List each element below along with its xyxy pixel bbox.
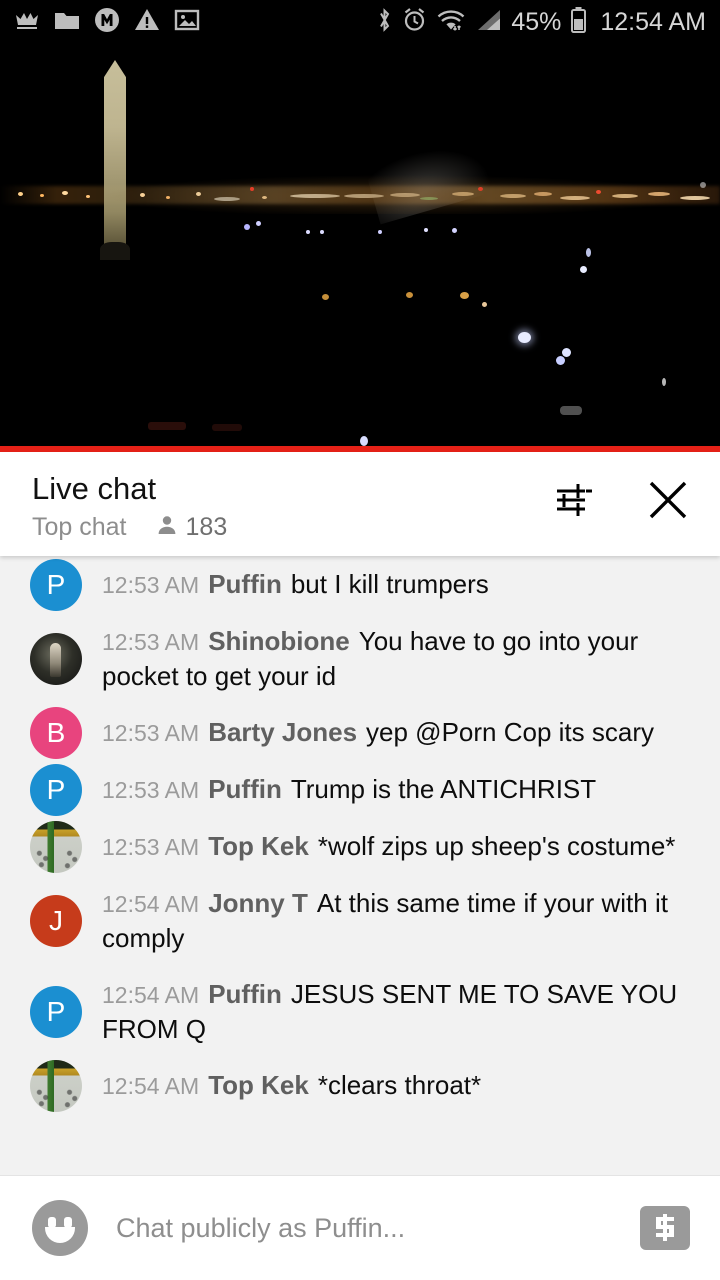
warning-triangle-icon <box>134 8 160 37</box>
tune-sliders-icon[interactable] <box>548 474 600 526</box>
dollar-superchat-icon[interactable] <box>640 1206 690 1250</box>
chat-message-timestamp: 12:53 AM <box>102 720 200 746</box>
chat-message-author[interactable]: Top Kek <box>208 1070 309 1100</box>
status-bar-right-icons: 45% 12:54 AM <box>376 6 706 38</box>
avatar[interactable]: P <box>30 558 82 611</box>
phone-screen: 45% 12:54 AM Live chat Top chat 183 P 12… <box>0 0 720 1280</box>
chat-message-body: yep @Porn Cop its scary <box>366 717 654 747</box>
chat-message-author[interactable]: Shinobione <box>208 626 350 656</box>
alarm-icon <box>402 7 427 37</box>
chat-message-body: Trump is the ANTICHRIST <box>290 774 597 804</box>
bluetooth-icon <box>376 7 393 38</box>
status-bar-clock: 12:54 AM <box>600 7 706 36</box>
chat-message-timestamp: 12:53 AM <box>102 834 200 860</box>
chat-message-text: 12:54 AM Top Kek *clears throat* <box>102 1068 704 1103</box>
chat-input-bar <box>0 1175 720 1280</box>
video-player[interactable] <box>0 44 720 452</box>
chat-message-author[interactable]: Barty Jones <box>208 717 357 747</box>
chat-message[interactable]: 12:53 AM Top Kek *wolf zips up sheep's cos… <box>0 818 720 875</box>
city-lights <box>0 44 720 452</box>
status-bar-left-icons <box>14 7 200 38</box>
viewer-count-group: 183 <box>155 513 228 542</box>
battery-percent-label: 45% <box>511 7 562 36</box>
chat-message-body: *clears throat* <box>317 1070 482 1100</box>
person-icon <box>155 513 179 542</box>
chat-message-list[interactable]: P 12:53 AM Puffin but I kill trumpers 12:53 … <box>0 556 720 1175</box>
chat-message-author[interactable]: Puffin <box>208 979 282 1009</box>
avatar[interactable]: P <box>30 985 82 1038</box>
avatar[interactable] <box>30 1059 82 1112</box>
avatar[interactable] <box>30 632 82 685</box>
status-bar: 45% 12:54 AM <box>0 0 720 44</box>
chat-message-timestamp: 12:53 AM <box>102 572 200 598</box>
chat-message[interactable]: 12:54 AM Top Kek *clears throat* <box>0 1057 720 1114</box>
chat-message-timestamp: 12:53 AM <box>102 777 200 803</box>
avatar[interactable]: B <box>30 706 82 759</box>
avatar[interactable]: P <box>30 763 82 816</box>
image-icon <box>174 8 200 37</box>
chat-header-actions <box>548 474 694 526</box>
chat-message-text: 12:53 AM Puffin Trump is the ANTICHRIST <box>102 772 704 807</box>
wifi-icon <box>436 8 466 37</box>
close-x-icon[interactable] <box>642 474 694 526</box>
crown-icon <box>14 9 40 36</box>
live-chat-header: Live chat Top chat 183 <box>0 452 720 556</box>
chat-message-text: 12:54 AM Puffin JESUS SENT ME TO SAVE YOU … <box>102 977 704 1046</box>
battery-icon <box>570 6 587 38</box>
chat-input[interactable] <box>116 1212 640 1244</box>
chat-mode-label[interactable]: Top chat <box>32 513 127 542</box>
chat-message-text: 12:53 AM Puffin but I kill trumpers <box>102 567 704 602</box>
avatar[interactable] <box>30 820 82 873</box>
cellular-signal-icon <box>475 8 502 37</box>
chat-message-timestamp: 12:54 AM <box>102 982 200 1008</box>
viewer-count: 183 <box>185 513 228 541</box>
chat-message-author[interactable]: Jonny T <box>208 888 308 918</box>
chat-message-timestamp: 12:54 AM <box>102 891 200 917</box>
chat-message[interactable]: P 12:53 AM Puffin but I kill trumpers <box>0 556 720 613</box>
chat-message-text: 12:53 AM Shinobione You have to go into yo… <box>102 624 704 693</box>
chat-message-author[interactable]: Puffin <box>208 569 282 599</box>
emoji-mouth <box>45 1227 75 1243</box>
chat-messages-container: P 12:53 AM Puffin but I kill trumpers 12:53 … <box>0 556 720 1114</box>
avatar[interactable]: J <box>30 894 82 947</box>
chat-message-text: 12:53 AM Top Kek *wolf zips up sheep's cos… <box>102 829 704 864</box>
chat-message[interactable]: B 12:53 AM Barty Jones yep @Porn Cop its sc… <box>0 704 720 761</box>
chat-message-timestamp: 12:53 AM <box>102 629 200 655</box>
chat-message-text: 12:53 AM Barty Jones yep @Porn Cop its sca… <box>102 715 704 750</box>
folder-icon <box>54 9 80 36</box>
sky-glow <box>0 174 720 214</box>
emoji-smiley-icon[interactable] <box>32 1200 88 1256</box>
chat-message-author[interactable]: Puffin <box>208 774 282 804</box>
chat-message[interactable]: P 12:54 AM Puffin JESUS SENT ME TO SAVE YOU… <box>0 966 720 1057</box>
chat-message[interactable]: J 12:54 AM Jonny T At this same time if you… <box>0 875 720 966</box>
chat-message-body: but I kill trumpers <box>290 569 489 599</box>
chat-message-author[interactable]: Top Kek <box>208 831 309 861</box>
m-circle-icon <box>94 7 120 38</box>
chat-message-body: *wolf zips up sheep's costume* <box>317 831 676 861</box>
chat-message[interactable]: 12:53 AM Shinobione You have to go into yo… <box>0 613 720 704</box>
chat-message-text: 12:54 AM Jonny T At this same time if your… <box>102 886 704 955</box>
chat-message-timestamp: 12:54 AM <box>102 1073 200 1099</box>
chat-message[interactable]: P 12:53 AM Puffin Trump is the ANTICHRIST <box>0 761 720 818</box>
